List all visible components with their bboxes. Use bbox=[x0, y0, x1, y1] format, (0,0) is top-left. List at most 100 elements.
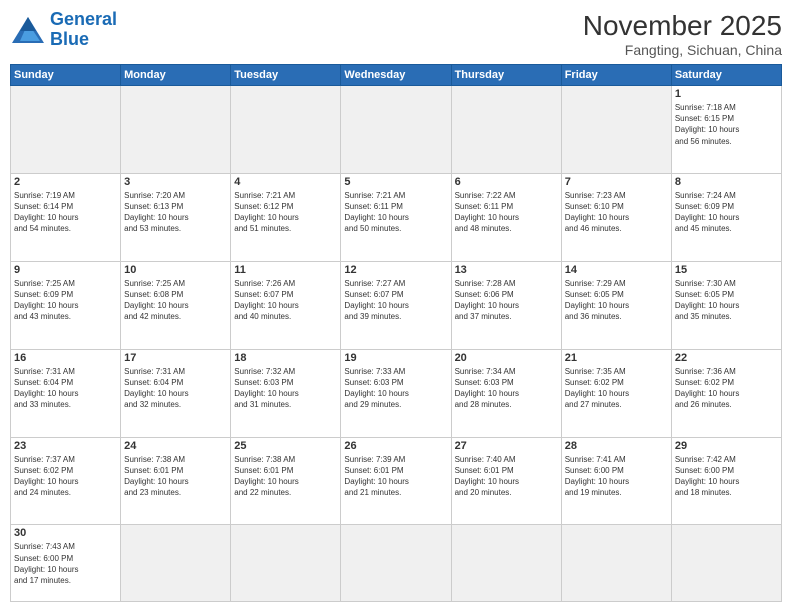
calendar-week-6: 30 Sunrise: 7:43 AM Sunset: 6:00 PM Dayli… bbox=[11, 525, 782, 602]
calendar-cell: 25Sunrise: 7:38 AM Sunset: 6:01 PM Dayli… bbox=[231, 437, 341, 525]
calendar-cell: 29 Sunrise: 7:42 AM Sunset: 6:00 PM Dayli… bbox=[671, 437, 781, 525]
calendar-cell: 19 Sunrise: 7:33 AM Sunset: 6:03 PM Dayli… bbox=[341, 349, 451, 437]
calendar-cell: 11Sunrise: 7:26 AM Sunset: 6:07 PM Dayli… bbox=[231, 261, 341, 349]
day-number: 6 bbox=[455, 176, 558, 188]
day-info: Sunrise: 7:24 AM Sunset: 6:09 PM Dayligh… bbox=[675, 190, 778, 235]
day-number: 19 bbox=[344, 352, 447, 364]
day-info: Sunrise: 7:28 AM Sunset: 6:06 PM Dayligh… bbox=[455, 278, 558, 323]
calendar-cell bbox=[341, 86, 451, 174]
day-number: 22 bbox=[675, 352, 778, 364]
calendar-table: SundayMondayTuesdayWednesdayThursdayFrid… bbox=[10, 64, 782, 602]
calendar-week-5: 23Sunrise: 7:37 AM Sunset: 6:02 PM Dayli… bbox=[11, 437, 782, 525]
location: Fangting, Sichuan, China bbox=[583, 42, 782, 58]
calendar-week-4: 16 Sunrise: 7:31 AM Sunset: 6:04 PM Dayli… bbox=[11, 349, 782, 437]
logo-icon bbox=[10, 15, 46, 45]
calendar-cell bbox=[561, 86, 671, 174]
calendar-cell: 8 Sunrise: 7:24 AM Sunset: 6:09 PM Daylig… bbox=[671, 173, 781, 261]
calendar-cell bbox=[561, 525, 671, 602]
calendar-week-3: 9 Sunrise: 7:25 AM Sunset: 6:09 PM Daylig… bbox=[11, 261, 782, 349]
calendar-cell bbox=[121, 86, 231, 174]
day-info: Sunrise: 7:40 AM Sunset: 6:01 PM Dayligh… bbox=[455, 454, 558, 499]
day-number: 4 bbox=[234, 176, 337, 188]
calendar-cell: 7Sunrise: 7:23 AM Sunset: 6:10 PM Daylig… bbox=[561, 173, 671, 261]
day-number: 9 bbox=[14, 264, 117, 276]
day-number: 18 bbox=[234, 352, 337, 364]
calendar-week-1: 1 Sunrise: 7:18 AM Sunset: 6:15 PM Daylig… bbox=[11, 86, 782, 174]
calendar-cell bbox=[121, 525, 231, 602]
calendar-cell: 12 Sunrise: 7:27 AM Sunset: 6:07 PM Dayli… bbox=[341, 261, 451, 349]
calendar-cell bbox=[231, 525, 341, 602]
calendar-cell: 18Sunrise: 7:32 AM Sunset: 6:03 PM Dayli… bbox=[231, 349, 341, 437]
day-number: 13 bbox=[455, 264, 558, 276]
page: General Blue November 2025 Fangting, Sic… bbox=[0, 0, 792, 612]
weekday-header-tuesday: Tuesday bbox=[231, 65, 341, 86]
day-number: 15 bbox=[675, 264, 778, 276]
day-number: 14 bbox=[565, 264, 668, 276]
day-info: Sunrise: 7:37 AM Sunset: 6:02 PM Dayligh… bbox=[14, 454, 117, 499]
weekday-header-row: SundayMondayTuesdayWednesdayThursdayFrid… bbox=[11, 65, 782, 86]
day-number: 21 bbox=[565, 352, 668, 364]
day-info: Sunrise: 7:18 AM Sunset: 6:15 PM Dayligh… bbox=[675, 102, 778, 147]
day-info: Sunrise: 7:21 AM Sunset: 6:11 PM Dayligh… bbox=[344, 190, 447, 235]
day-number: 26 bbox=[344, 440, 447, 452]
day-info: Sunrise: 7:35 AM Sunset: 6:02 PM Dayligh… bbox=[565, 366, 668, 411]
calendar-cell: 1 Sunrise: 7:18 AM Sunset: 6:15 PM Daylig… bbox=[671, 86, 781, 174]
calendar-cell: 16 Sunrise: 7:31 AM Sunset: 6:04 PM Dayli… bbox=[11, 349, 121, 437]
day-info: Sunrise: 7:34 AM Sunset: 6:03 PM Dayligh… bbox=[455, 366, 558, 411]
calendar-cell: 4 Sunrise: 7:21 AM Sunset: 6:12 PM Daylig… bbox=[231, 173, 341, 261]
day-number: 1 bbox=[675, 88, 778, 100]
day-number: 27 bbox=[455, 440, 558, 452]
calendar-cell: 15 Sunrise: 7:30 AM Sunset: 6:05 PM Dayli… bbox=[671, 261, 781, 349]
logo-text: General Blue bbox=[50, 10, 117, 50]
calendar-cell bbox=[671, 525, 781, 602]
calendar-cell: 3Sunrise: 7:20 AM Sunset: 6:13 PM Daylig… bbox=[121, 173, 231, 261]
day-info: Sunrise: 7:43 AM Sunset: 6:00 PM Dayligh… bbox=[14, 541, 117, 586]
day-number: 16 bbox=[14, 352, 117, 364]
logo-general: General bbox=[50, 9, 117, 29]
day-info: Sunrise: 7:30 AM Sunset: 6:05 PM Dayligh… bbox=[675, 278, 778, 323]
weekday-header-sunday: Sunday bbox=[11, 65, 121, 86]
logo: General Blue bbox=[10, 10, 117, 50]
day-number: 20 bbox=[455, 352, 558, 364]
day-number: 8 bbox=[675, 176, 778, 188]
day-info: Sunrise: 7:31 AM Sunset: 6:04 PM Dayligh… bbox=[14, 366, 117, 411]
calendar-cell: 23Sunrise: 7:37 AM Sunset: 6:02 PM Dayli… bbox=[11, 437, 121, 525]
day-info: Sunrise: 7:31 AM Sunset: 6:04 PM Dayligh… bbox=[124, 366, 227, 411]
day-info: Sunrise: 7:20 AM Sunset: 6:13 PM Dayligh… bbox=[124, 190, 227, 235]
calendar-cell: 6Sunrise: 7:22 AM Sunset: 6:11 PM Daylig… bbox=[451, 173, 561, 261]
calendar-cell: 27 Sunrise: 7:40 AM Sunset: 6:01 PM Dayli… bbox=[451, 437, 561, 525]
calendar-cell bbox=[341, 525, 451, 602]
day-number: 29 bbox=[675, 440, 778, 452]
calendar-cell: 5Sunrise: 7:21 AM Sunset: 6:11 PM Daylig… bbox=[341, 173, 451, 261]
calendar-cell: 26Sunrise: 7:39 AM Sunset: 6:01 PM Dayli… bbox=[341, 437, 451, 525]
day-info: Sunrise: 7:42 AM Sunset: 6:00 PM Dayligh… bbox=[675, 454, 778, 499]
day-info: Sunrise: 7:19 AM Sunset: 6:14 PM Dayligh… bbox=[14, 190, 117, 235]
day-number: 28 bbox=[565, 440, 668, 452]
day-number: 7 bbox=[565, 176, 668, 188]
header: General Blue November 2025 Fangting, Sic… bbox=[10, 10, 782, 58]
calendar-cell: 20 Sunrise: 7:34 AM Sunset: 6:03 PM Dayli… bbox=[451, 349, 561, 437]
logo-blue: Blue bbox=[50, 29, 89, 49]
day-info: Sunrise: 7:33 AM Sunset: 6:03 PM Dayligh… bbox=[344, 366, 447, 411]
calendar-cell: 10Sunrise: 7:25 AM Sunset: 6:08 PM Dayli… bbox=[121, 261, 231, 349]
title-block: November 2025 Fangting, Sichuan, China bbox=[583, 10, 782, 58]
day-info: Sunrise: 7:21 AM Sunset: 6:12 PM Dayligh… bbox=[234, 190, 337, 235]
calendar-cell: 13 Sunrise: 7:28 AM Sunset: 6:06 PM Dayli… bbox=[451, 261, 561, 349]
day-number: 30 bbox=[14, 527, 117, 539]
day-info: Sunrise: 7:26 AM Sunset: 6:07 PM Dayligh… bbox=[234, 278, 337, 323]
day-info: Sunrise: 7:27 AM Sunset: 6:07 PM Dayligh… bbox=[344, 278, 447, 323]
day-number: 17 bbox=[124, 352, 227, 364]
day-info: Sunrise: 7:25 AM Sunset: 6:09 PM Dayligh… bbox=[14, 278, 117, 323]
calendar-cell: 24Sunrise: 7:38 AM Sunset: 6:01 PM Dayli… bbox=[121, 437, 231, 525]
calendar-week-2: 2Sunrise: 7:19 AM Sunset: 6:14 PM Daylig… bbox=[11, 173, 782, 261]
weekday-header-friday: Friday bbox=[561, 65, 671, 86]
day-info: Sunrise: 7:38 AM Sunset: 6:01 PM Dayligh… bbox=[124, 454, 227, 499]
calendar-cell bbox=[451, 525, 561, 602]
day-number: 12 bbox=[344, 264, 447, 276]
day-info: Sunrise: 7:25 AM Sunset: 6:08 PM Dayligh… bbox=[124, 278, 227, 323]
calendar-cell: 2Sunrise: 7:19 AM Sunset: 6:14 PM Daylig… bbox=[11, 173, 121, 261]
weekday-header-saturday: Saturday bbox=[671, 65, 781, 86]
calendar-cell bbox=[11, 86, 121, 174]
calendar-cell bbox=[231, 86, 341, 174]
calendar-cell: 22Sunrise: 7:36 AM Sunset: 6:02 PM Dayli… bbox=[671, 349, 781, 437]
